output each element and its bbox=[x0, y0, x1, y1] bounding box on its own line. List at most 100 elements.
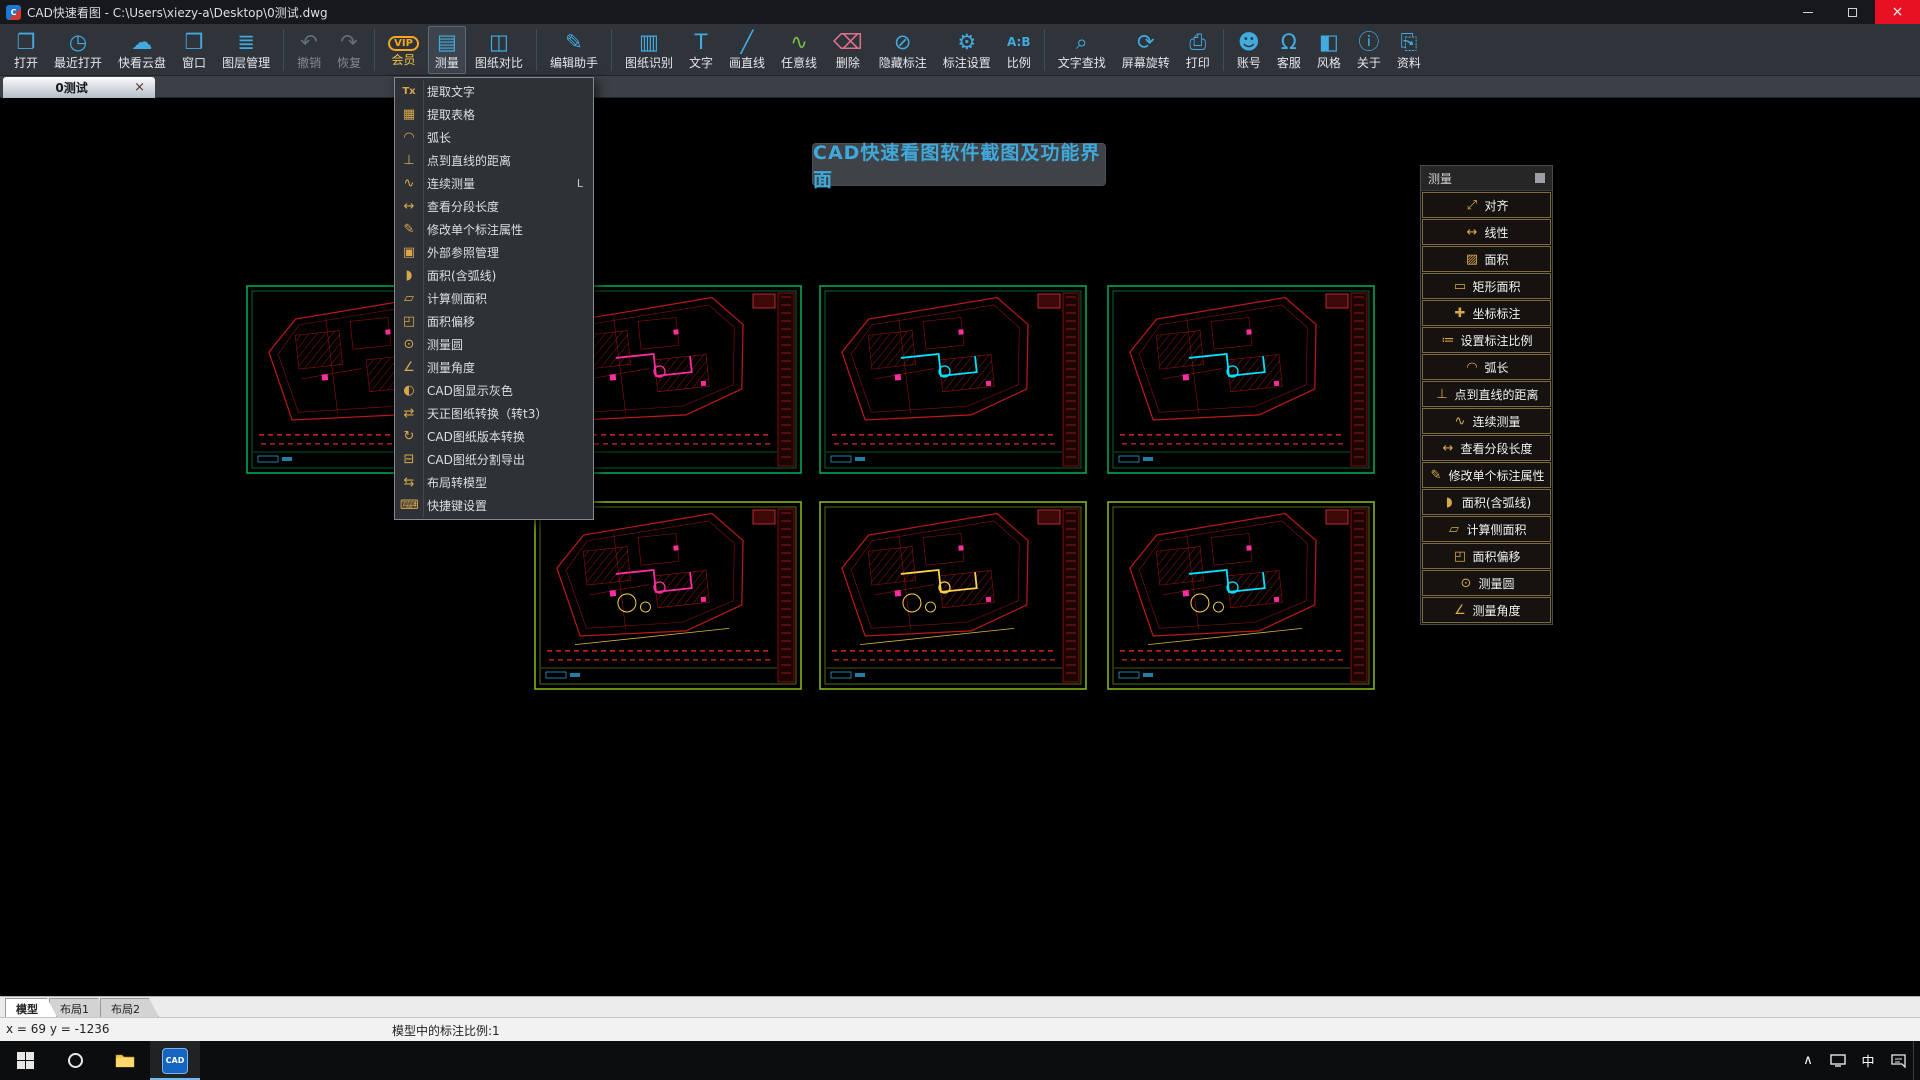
menu-item-cad-version-convert[interactable]: ↻ CAD图纸版本转换 bbox=[395, 425, 593, 448]
minimize-button[interactable] bbox=[1785, 0, 1830, 24]
set-annotation-scale-icon: ≔ bbox=[1441, 332, 1455, 348]
toolbar-button-label: 文字查找 bbox=[1057, 55, 1106, 70]
notification-center-button[interactable] bbox=[1883, 1041, 1913, 1080]
panel-item-side-area[interactable]: ▱ 计算侧面积 bbox=[1422, 516, 1551, 542]
toolbar-button-window[interactable]: ❒ 窗口 bbox=[175, 26, 213, 74]
area-icon: ▨ bbox=[1465, 251, 1479, 267]
toolbar-button-style[interactable]: ◧ 风格 bbox=[1310, 26, 1348, 74]
menu-item-cad-gray-display[interactable]: ◐ CAD图显示灰色 bbox=[395, 379, 593, 402]
sheet-tab-layout1[interactable]: 布局1 bbox=[49, 998, 108, 1017]
panel-item-point-to-line-distance[interactable]: ⊥ 点到直线的距离 bbox=[1422, 381, 1551, 407]
draw-line-icon: ╱ bbox=[740, 29, 754, 54]
toolbar-button-edit-assistant[interactable]: ✎ 编辑助手 bbox=[543, 26, 605, 74]
toolbar-button-screen-rotate[interactable]: ⟳ 屏幕旋转 bbox=[1115, 26, 1177, 74]
maximize-button[interactable] bbox=[1830, 0, 1875, 24]
toolbar-button-recent-open[interactable]: ◷ 最近打开 bbox=[47, 26, 109, 74]
cad-drawing-4[interactable] bbox=[1106, 284, 1376, 475]
toolbar-button-free-line[interactable]: ∿ 任意线 bbox=[774, 26, 824, 74]
panel-item-align[interactable]: ⤢ 对齐 bbox=[1422, 192, 1551, 218]
menu-item-view-segment-length[interactable]: ↔ 查看分段长度 bbox=[395, 195, 593, 218]
menu-item-measure-circle[interactable]: ⊙ 测量圆 bbox=[395, 333, 593, 356]
toolbar-separator bbox=[374, 28, 376, 71]
start-button[interactable] bbox=[0, 1041, 50, 1080]
tab-close-icon[interactable]: × bbox=[132, 80, 147, 95]
toolbar-button-vip[interactable]: VIP 会员 bbox=[381, 26, 426, 74]
toolbar-button-redo[interactable]: ↷ 恢复 bbox=[330, 26, 368, 74]
menu-item-cad-split-export[interactable]: ⊟ CAD图纸分割导出 bbox=[395, 448, 593, 471]
toolbar-button-account[interactable]: ☻ 账号 bbox=[1230, 26, 1268, 74]
menu-item-modify-single-annotation[interactable]: ✎ 修改单个标注属性 bbox=[395, 218, 593, 241]
menu-item-arc-length[interactable]: ◠ 弧长 bbox=[395, 126, 593, 149]
toolbar-button-print[interactable]: ⎙ 打印 bbox=[1179, 26, 1217, 74]
drawing-canvas[interactable]: CAD快速看图软件截图及功能界面 测量 ⤢ 对齐 ↔ 线性 ▨ 面积 ▭ 矩形面积 ✚ 坐标标注 ≔… bbox=[0, 98, 1920, 996]
toolbar-button-drawing-compare[interactable]: ◫ 图纸对比 bbox=[468, 26, 530, 74]
panel-item-view-segment-length[interactable]: ↔ 查看分段长度 bbox=[1422, 435, 1551, 461]
panel-item-area[interactable]: ▨ 面积 bbox=[1422, 246, 1551, 272]
panel-item-area-with-arc[interactable]: ◗ 面积(含弧线) bbox=[1422, 489, 1551, 515]
menu-item-extract-table[interactable]: ▦ 提取表格 bbox=[395, 103, 593, 126]
document-tab[interactable]: 0测试 × bbox=[3, 77, 155, 98]
panel-item-rect-area[interactable]: ▭ 矩形面积 bbox=[1422, 273, 1551, 299]
menu-item-extract-text[interactable]: Tx 提取文字 bbox=[395, 80, 593, 103]
toolbar-button-text[interactable]: T 文字 bbox=[682, 26, 720, 74]
menu-item-area-offset[interactable]: ◰ 面积偏移 bbox=[395, 310, 593, 333]
menu-item-continuous-measure[interactable]: ∿ 连续测量 L bbox=[395, 172, 593, 195]
toolbar-button-label: 打印 bbox=[1185, 55, 1210, 70]
panel-item-modify-single-annotation[interactable]: ✎ 修改单个标注属性 bbox=[1422, 462, 1551, 488]
toolbar-button-measure[interactable]: ▤ 测量 bbox=[427, 25, 466, 74]
search-button[interactable] bbox=[50, 1041, 100, 1080]
toolbar-button-layer-manager[interactable]: ≣ 图层管理 bbox=[215, 26, 277, 74]
show-desktop-button[interactable] bbox=[1913, 1041, 1920, 1080]
panel-item-measure-circle[interactable]: ⊙ 测量圆 bbox=[1422, 570, 1551, 596]
menu-item-point-to-line-distance[interactable]: ⊥ 点到直线的距离 bbox=[395, 149, 593, 172]
panel-item-measure-angle[interactable]: ∠ 测量角度 bbox=[1422, 597, 1551, 623]
side-panel-collapse-button[interactable] bbox=[1535, 173, 1545, 183]
area-with-arc-icon: ◗ bbox=[405, 268, 413, 283]
cloud-disk-icon: ☁ bbox=[131, 29, 153, 54]
network-display-tray-icon[interactable] bbox=[1823, 1041, 1853, 1080]
toolbar-button-material[interactable]: ⎘ 资料 bbox=[1390, 26, 1428, 74]
cad-drawing-6[interactable] bbox=[818, 500, 1088, 691]
toolbar-button-draw-line[interactable]: ╱ 画直线 bbox=[722, 26, 772, 74]
tray-expand-button[interactable]: ∧ bbox=[1793, 1041, 1823, 1080]
menu-item-external-reference-manager[interactable]: ▣ 外部参照管理 bbox=[395, 241, 593, 264]
cad-drawing-5[interactable] bbox=[533, 500, 803, 691]
toolbar-button-hide-annotation[interactable]: ⊘ 隐藏标注 bbox=[872, 26, 934, 74]
panel-item-linear[interactable]: ↔ 线性 bbox=[1422, 219, 1551, 245]
measure-circle-icon: ⊙ bbox=[1460, 575, 1472, 591]
toolbar-button-about[interactable]: ⓘ 关于 bbox=[1350, 26, 1388, 74]
toolbar-button-undo[interactable]: ↶ 撤销 bbox=[290, 26, 328, 74]
cad-gray-display-icon: ◐ bbox=[403, 383, 415, 398]
menu-item-shortcut-settings[interactable]: ⌨ 快捷键设置 bbox=[395, 494, 593, 517]
panel-item-area-offset[interactable]: ◰ 面积偏移 bbox=[1422, 543, 1551, 569]
toolbar-button-customer-service[interactable]: Ω 客服 bbox=[1270, 26, 1308, 74]
menu-item-tianzheng-convert[interactable]: ⇄ 天正图纸转换（转t3） bbox=[395, 402, 593, 425]
toolbar-button-annotation-settings[interactable]: ⚙ 标注设置 bbox=[936, 26, 998, 74]
continuous-measure-icon: ∿ bbox=[1454, 413, 1466, 429]
menu-item-side-area[interactable]: ▱ 计算侧面积 bbox=[395, 287, 593, 310]
ime-language-indicator[interactable]: 中 bbox=[1853, 1041, 1883, 1080]
file-explorer-button[interactable] bbox=[100, 1041, 150, 1080]
panel-item-arc-length[interactable]: ◠ 弧长 bbox=[1422, 354, 1551, 380]
toolbar-button-scale[interactable]: A:B 比例 bbox=[1000, 26, 1038, 74]
menu-item-area-with-arc[interactable]: ◗ 面积(含弧线) bbox=[395, 264, 593, 287]
cad-drawing-3[interactable] bbox=[818, 284, 1088, 475]
toolbar-button-open[interactable]: ❐ 打开 bbox=[7, 26, 45, 74]
panel-item-coordinate-annotation[interactable]: ✚ 坐标标注 bbox=[1422, 300, 1551, 326]
monitor-icon bbox=[1830, 1054, 1846, 1067]
toolbar-button-cloud-disk[interactable]: ☁ 快看云盘 bbox=[111, 26, 173, 74]
toolbar-button-delete[interactable]: ⌫ 删除 bbox=[826, 26, 870, 74]
menu-item-measure-angle[interactable]: ∠ 测量角度 bbox=[395, 356, 593, 379]
measure-icon: ▤ bbox=[436, 29, 457, 54]
cad-drawing-7[interactable] bbox=[1106, 500, 1376, 691]
cad-app-taskbar-button[interactable]: CAD bbox=[150, 1041, 200, 1080]
sheet-tab-layout2[interactable]: 布局2 bbox=[100, 998, 159, 1017]
toolbar-button-drawing-recognize[interactable]: ▥ 图纸识别 bbox=[618, 26, 680, 74]
toolbar-button-label: 图纸识别 bbox=[624, 55, 673, 70]
toolbar-button-find-text[interactable]: ⌕ 文字查找 bbox=[1051, 26, 1113, 74]
panel-item-continuous-measure[interactable]: ∿ 连续测量 bbox=[1422, 408, 1551, 434]
panel-item-set-annotation-scale[interactable]: ≔ 设置标注比例 bbox=[1422, 327, 1551, 353]
menu-item-layout-to-model[interactable]: ⇆ 布局转模型 bbox=[395, 471, 593, 494]
menu-item-label: CAD图纸分割导出 bbox=[427, 453, 525, 467]
close-button[interactable]: × bbox=[1875, 0, 1920, 24]
